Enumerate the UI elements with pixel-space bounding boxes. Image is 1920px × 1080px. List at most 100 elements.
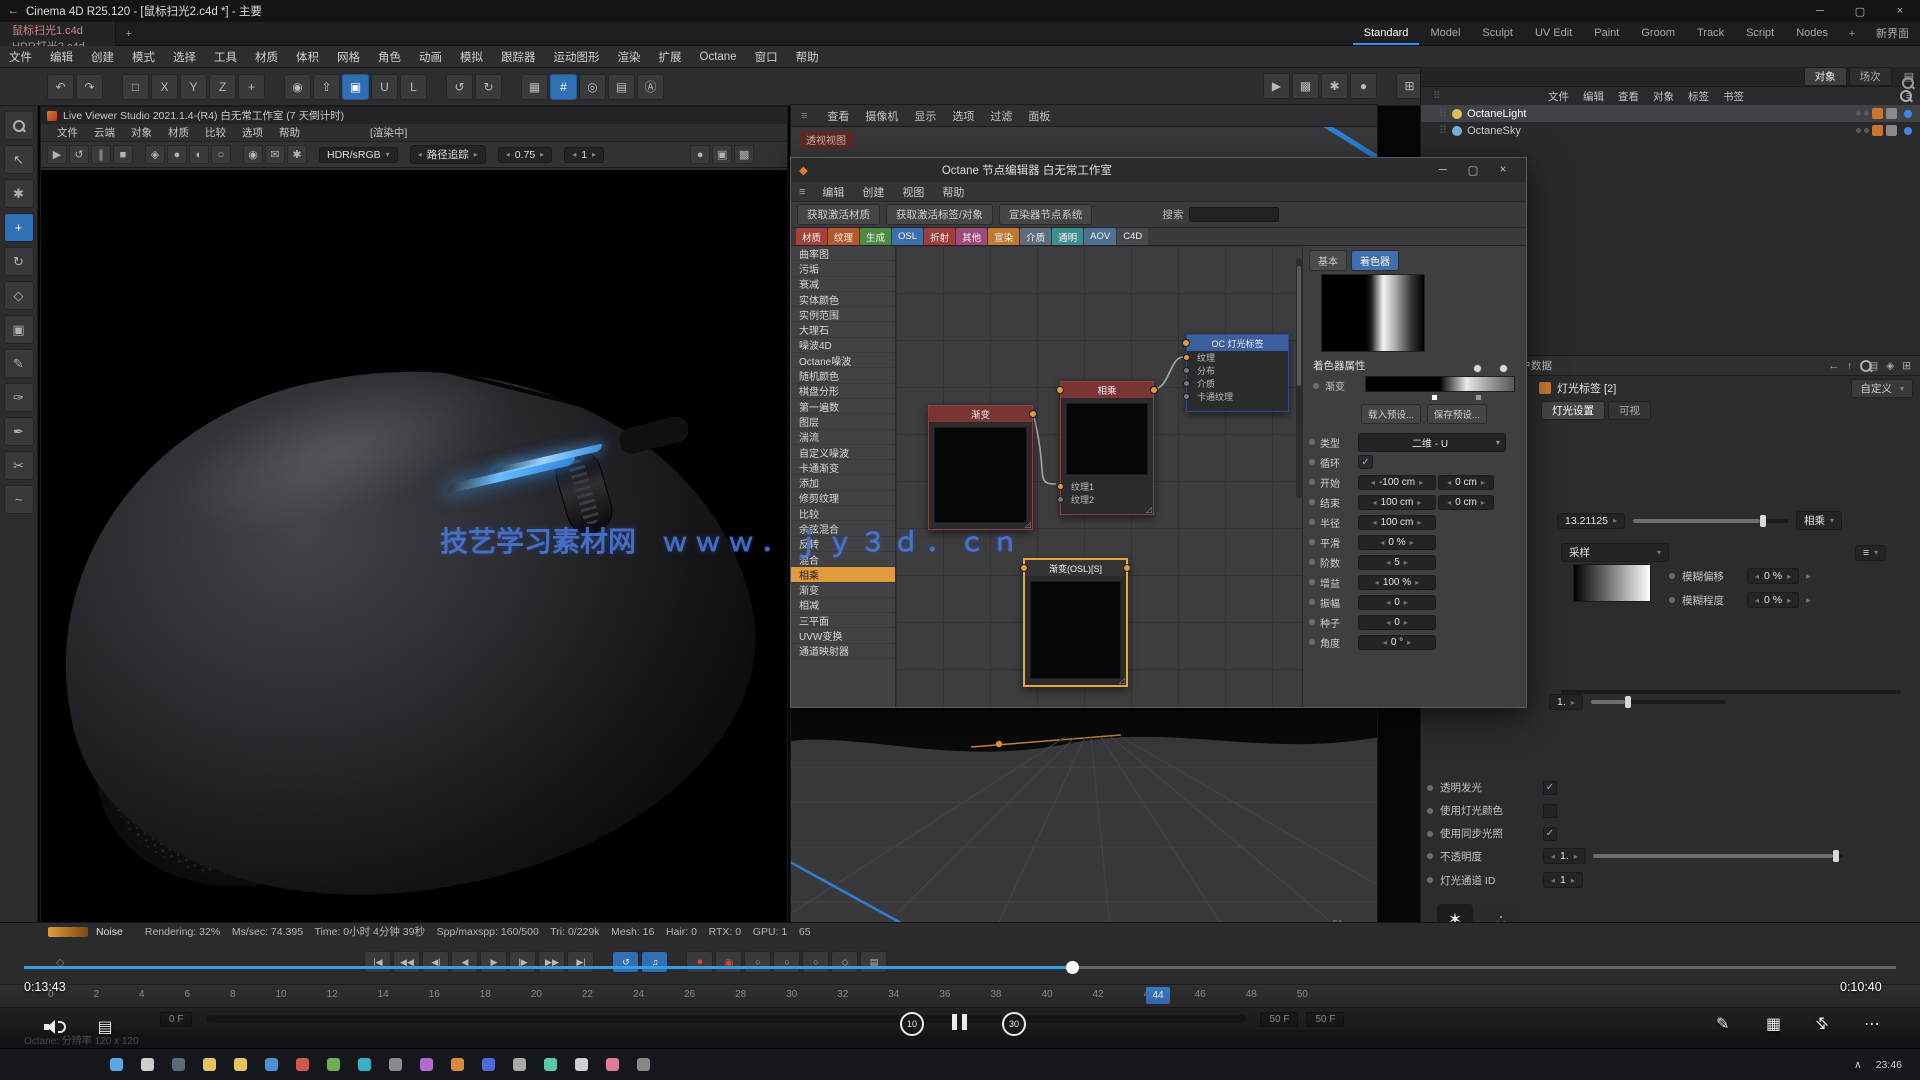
settings-icon[interactable]: ✱	[287, 145, 307, 164]
search-icon[interactable]	[4, 111, 34, 140]
sampling-dropdown[interactable]: 采样▾	[1561, 543, 1669, 562]
node-type-item[interactable]: 反转	[791, 537, 895, 552]
resize-handle[interactable]: ◿	[1119, 676, 1125, 685]
category-tab[interactable]: 其他	[956, 228, 987, 245]
menu-item[interactable]: 角色	[369, 49, 410, 65]
anim-dot[interactable]	[1313, 383, 1319, 389]
axis-z-button[interactable]: Z	[209, 74, 236, 100]
sketch-tool[interactable]: ✑	[4, 383, 34, 412]
live-viewer-menu-item[interactable]: 文件	[49, 125, 86, 140]
blend-mode-dropdown[interactable]: 相乘▾	[1796, 511, 1842, 530]
opacity-stepper[interactable]: ◂1.▸	[1543, 848, 1586, 864]
node-type-item[interactable]: 随机颜色	[791, 368, 895, 383]
magnet-icon[interactable]: U	[371, 74, 398, 100]
gradient-knot-icon[interactable]	[1473, 364, 1482, 373]
render-picture-icon[interactable]: ▩	[1292, 73, 1319, 99]
mix-slider[interactable]	[1591, 700, 1726, 704]
pause-button[interactable]	[952, 1014, 967, 1030]
lock-icon[interactable]: ◈	[1886, 360, 1894, 372]
node-type-item[interactable]: 相乘	[791, 567, 895, 582]
param-value-2[interactable]: 0 cm	[1438, 495, 1494, 510]
node-type-item[interactable]: 棋盘分形	[791, 384, 895, 399]
node-input-row[interactable]: 纹理1	[1061, 480, 1153, 493]
visibility-dot-render[interactable]	[1864, 128, 1869, 133]
camera-icon[interactable]: ▣	[712, 145, 732, 164]
anim-dot[interactable]	[1309, 599, 1315, 605]
snap-icon[interactable]: #	[550, 74, 577, 100]
loop-button[interactable]: ↺	[612, 951, 639, 973]
texture-gradient-swatch[interactable]	[1573, 564, 1651, 602]
prev-frame-button[interactable]: ◀|	[422, 951, 449, 973]
param-value[interactable]: 二维 - U	[1358, 433, 1506, 452]
viewport-menu-item[interactable]: 面板	[1020, 108, 1058, 124]
menu-item[interactable]: 体积	[287, 49, 328, 65]
pen-tool[interactable]: ✎	[4, 349, 34, 378]
frame-tool[interactable]: ▣	[4, 315, 34, 344]
live-viewer-titlebar[interactable]: Live Viewer Studio 2021.1.4-(R4) 白无常工作室 …	[41, 107, 787, 124]
key-scale-button[interactable]: ○	[773, 951, 800, 973]
action-button[interactable]: 宣染器节点系统	[999, 204, 1093, 225]
pla-button[interactable]: ▤	[860, 951, 887, 973]
viewport-menu-item[interactable]: 显示	[906, 108, 944, 124]
category-tab[interactable]: 宣染	[988, 228, 1019, 245]
node-input-row[interactable]: 卡通纹理	[1187, 390, 1288, 403]
autokey-button[interactable]: ◉	[715, 951, 742, 973]
forward-30-button[interactable]: 30	[1002, 1012, 1026, 1036]
checkbox[interactable]	[1543, 804, 1557, 818]
blur-param-stepper[interactable]: ◂0 %▸	[1747, 592, 1799, 608]
output-port[interactable]	[1150, 386, 1158, 394]
timeline-ruler[interactable]: 0246810121416182022242628303234363840424…	[0, 984, 1920, 1008]
object-row[interactable]: ⠿ OctaneSky	[1421, 122, 1920, 139]
input-port[interactable]	[1056, 386, 1064, 394]
live-viewer-menu-item[interactable]: 对象	[123, 125, 160, 140]
node-type-item[interactable]: 实例范围	[791, 307, 895, 322]
node-input-row[interactable]: 纹理2	[1061, 493, 1153, 506]
param-value[interactable]: 100 cm	[1358, 515, 1436, 530]
opacity-slider[interactable]	[1593, 854, 1843, 858]
param-value[interactable]: 0 °	[1358, 635, 1436, 650]
goto-end-button[interactable]: ▶|	[567, 951, 594, 973]
key-parameter-button[interactable]: ◇	[831, 951, 858, 973]
layout-switch-icon[interactable]: ⊞	[1396, 73, 1423, 99]
multiply-node[interactable]: 相乘 纹理1 纹理2	[1060, 381, 1154, 515]
node-editor-titlebar[interactable]: ◆ Octane 节点编辑器 白无常工作室 ─ ▢ ×	[791, 158, 1526, 182]
next-key-button[interactable]: ▶▶	[538, 951, 565, 973]
taskbar-app-icon[interactable]	[136, 1054, 158, 1076]
layout-button[interactable]: Nodes	[1785, 22, 1839, 45]
simulate-icon[interactable]: ◉	[284, 74, 311, 100]
anim-dot[interactable]	[1669, 597, 1675, 603]
blur-param-stepper[interactable]: ◂0 %▸	[1747, 568, 1799, 584]
render-view-icon[interactable]: ▶	[1263, 73, 1290, 99]
layout-button[interactable]: UV Edit	[1524, 22, 1583, 45]
live-viewer-menu-item[interactable]: 材质	[160, 125, 197, 140]
node-type-item[interactable]: 第一遍数	[791, 399, 895, 414]
category-tab[interactable]: C4D	[1117, 228, 1148, 245]
brush-tool[interactable]: ✒	[4, 417, 34, 446]
checkbox[interactable]: ✓	[1543, 827, 1557, 841]
color-mode-dropdown[interactable]: HDR/sRGB▾	[319, 147, 398, 163]
gradient-knot-icon[interactable]	[1499, 364, 1508, 373]
category-tab[interactable]: 折射	[924, 228, 955, 245]
input-port[interactable]	[1183, 380, 1190, 387]
anim-dot[interactable]	[1309, 439, 1315, 445]
category-tab[interactable]: OSL	[892, 228, 923, 245]
grid-icon[interactable]: ▦	[521, 74, 548, 100]
param-value[interactable]: 0	[1358, 595, 1436, 610]
node-input-row[interactable]: 介质	[1187, 377, 1288, 390]
play-icon[interactable]: ▶	[47, 145, 67, 164]
anim-dot[interactable]	[1309, 459, 1315, 465]
param-value[interactable]: 0	[1358, 615, 1436, 630]
layout-button[interactable]: Track	[1686, 22, 1735, 45]
spline-tool[interactable]: ~	[4, 485, 34, 514]
live-select-tool[interactable]: ↖	[4, 145, 34, 174]
visibility-dot-render[interactable]	[1864, 111, 1869, 116]
preset-dropdown[interactable]: 自定义▾	[1851, 379, 1913, 398]
menu-item[interactable]: 网格	[328, 49, 369, 65]
viewport-menu-item[interactable]: 过滤	[982, 108, 1020, 124]
object-manager-menu-item[interactable]: 书签	[1716, 89, 1751, 104]
hamburger-icon[interactable]: ≡	[791, 186, 813, 198]
input-port[interactable]	[1183, 354, 1190, 361]
key-rotation-button[interactable]: ○	[802, 951, 829, 973]
axis-y-button[interactable]: Y	[180, 74, 207, 100]
move-tool[interactable]: +	[4, 213, 34, 242]
